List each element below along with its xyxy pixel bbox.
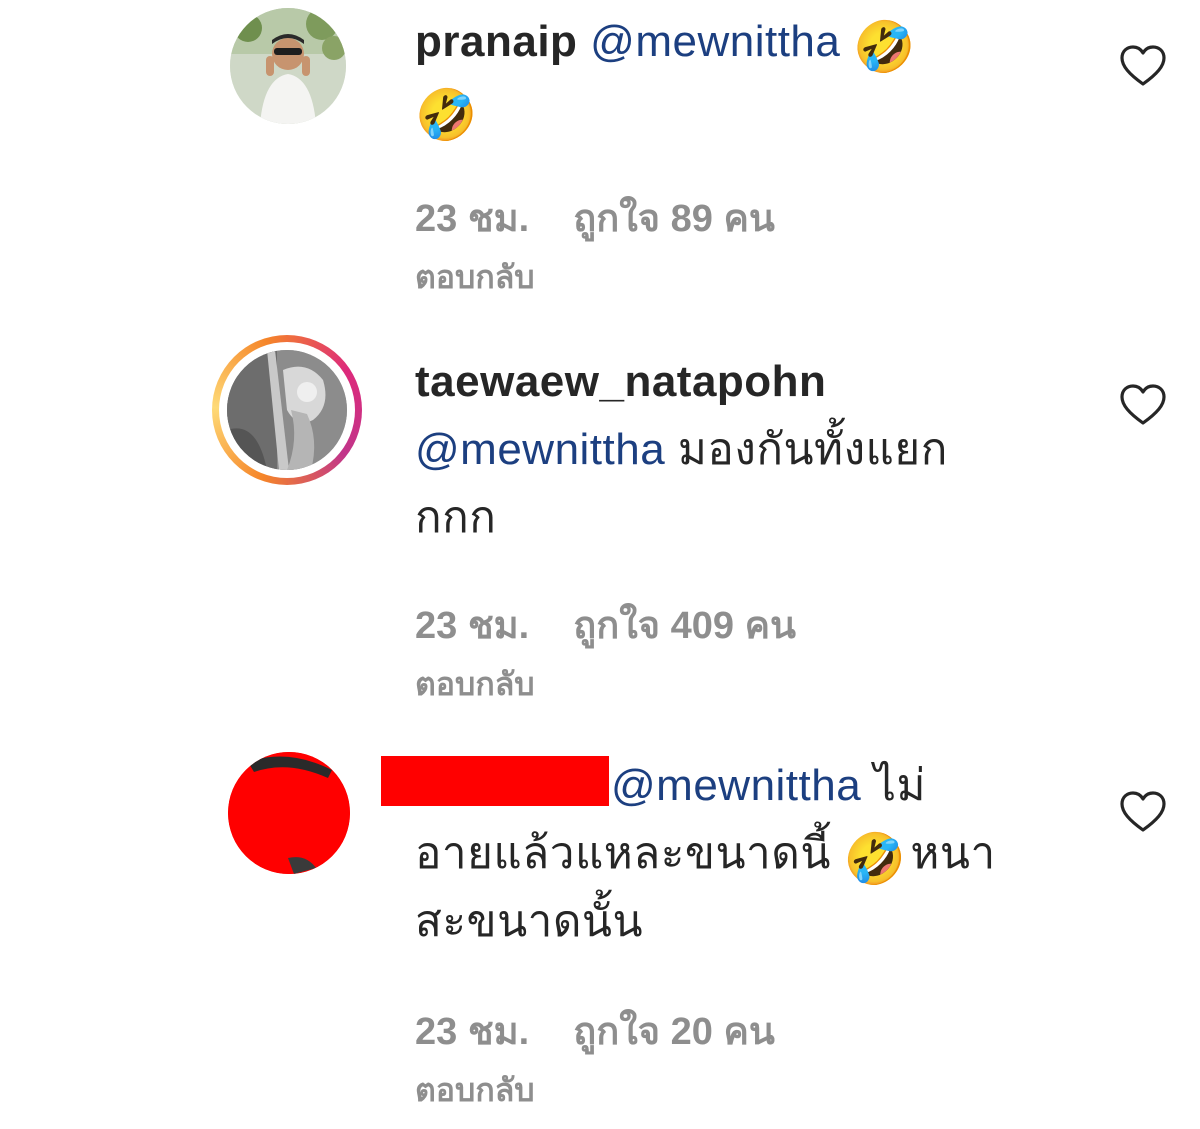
- comment-meta: 23 ชม. ถูกใจ 20 คน: [415, 1006, 775, 1058]
- like-count[interactable]: ถูกใจ 89 คน: [573, 198, 775, 240]
- timestamp: 23 ชม.: [415, 1011, 530, 1053]
- heart-icon[interactable]: [1119, 44, 1167, 88]
- rofl-emoji-icon: 🤣: [415, 86, 478, 144]
- heart-icon[interactable]: [1119, 790, 1167, 834]
- avatar-photo: [230, 8, 346, 124]
- reply-button[interactable]: ตอบกลับ: [415, 1065, 535, 1116]
- comment-text: pranaip @mewnittha 🤣 🤣: [415, 8, 1065, 144]
- username[interactable]: taewaew_natapohn: [415, 357, 826, 406]
- reply-button[interactable]: ตอบกลับ: [415, 252, 535, 303]
- timestamp: 23 ชม.: [415, 605, 530, 647]
- comment-meta: 23 ชม. ถูกใจ 89 คน: [415, 193, 775, 245]
- comment-text: taewaew_natapohn @mewnittha มองกันทั้งแย…: [415, 357, 948, 542]
- avatar[interactable]: [230, 8, 346, 124]
- timestamp: 23 ชม.: [415, 198, 530, 240]
- redacted-avatar: [228, 752, 350, 874]
- heart-icon[interactable]: [1119, 383, 1167, 427]
- avatar: [227, 350, 347, 470]
- mention-link[interactable]: @mewnittha: [590, 17, 840, 66]
- avatar-photo: [227, 350, 347, 470]
- rofl-emoji-icon: 🤣: [843, 830, 907, 888]
- rofl-emoji-icon: 🤣: [853, 18, 916, 76]
- comment-text: @mewnittha ไม่ อายแล้วแหละขนาดนี้ 🤣 หนา …: [381, 752, 1065, 956]
- like-count[interactable]: ถูกใจ 20 คน: [573, 1011, 775, 1053]
- mention-link[interactable]: @mewnittha: [415, 425, 665, 474]
- redacted-username: [381, 756, 609, 806]
- story-ring[interactable]: [212, 335, 362, 485]
- mention-link[interactable]: @mewnittha: [611, 761, 861, 810]
- username[interactable]: pranaip: [415, 17, 577, 66]
- reply-button[interactable]: ตอบกลับ: [415, 659, 535, 710]
- avatar[interactable]: [228, 752, 350, 874]
- comment-meta: 23 ชม. ถูกใจ 409 คน: [415, 600, 796, 652]
- like-count[interactable]: ถูกใจ 409 คน: [573, 605, 796, 647]
